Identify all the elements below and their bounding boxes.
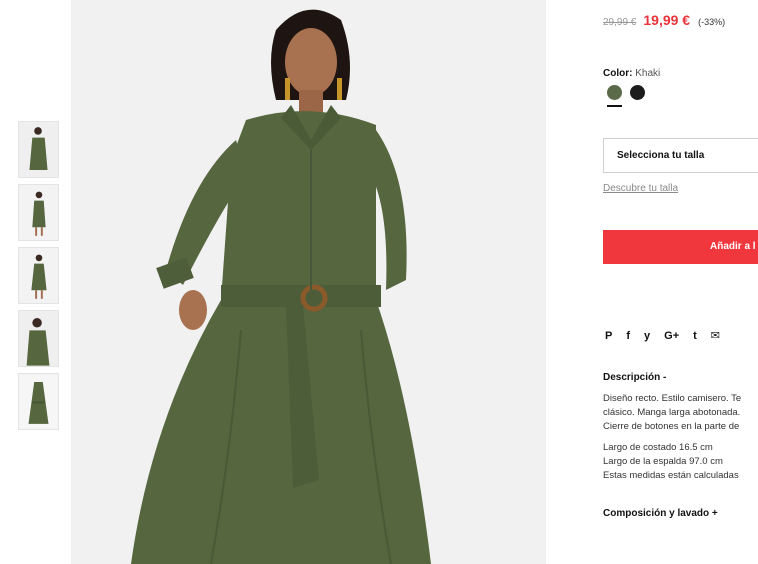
swatch-black[interactable] (630, 85, 645, 100)
description-line: clásico. Manga larga abotonada. (603, 407, 741, 418)
tumblr-icon[interactable]: t (693, 330, 697, 342)
description-title[interactable]: Descripción - (603, 372, 666, 383)
color-value: Khaki (635, 68, 661, 79)
thumbnail-gallery (18, 121, 59, 436)
composition-toggle[interactable]: Composición y lavado + (603, 508, 718, 519)
product-info-panel: 29,99 € 19,99 € (-33%) Color: Khaki Sele… (603, 0, 758, 564)
color-label-title: Color: (603, 68, 633, 79)
mail-icon[interactable]: ✉ (711, 330, 720, 342)
measure-line: Estas medidas están calculadas (603, 470, 739, 481)
price-row: 29,99 € 19,99 € (-33%) (603, 12, 725, 28)
size-guide-link[interactable]: Descubre tu talla (603, 183, 678, 194)
twitter-icon[interactable]: y (644, 330, 650, 342)
sale-price: 19,99 € (643, 12, 691, 28)
thumbnail-5[interactable] (18, 373, 59, 430)
share-icons: P f y G+ t ✉ (605, 330, 720, 342)
thumbnail-3[interactable] (18, 247, 59, 304)
measure-line: Largo de costado 16.5 cm (603, 442, 713, 453)
thumbnail-1[interactable] (18, 121, 59, 178)
swatch-khaki[interactable] (607, 85, 622, 107)
description-line: Diseño recto. Estilo camisero. Te (603, 393, 742, 404)
color-label: Color: Khaki (603, 68, 660, 79)
thumbnail-2[interactable] (18, 184, 59, 241)
measurements-text: Largo de costado 16.5 cm Largo de la esp… (603, 441, 739, 483)
facebook-icon[interactable]: f (626, 330, 630, 342)
measure-line: Largo de la espalda 97.0 cm (603, 456, 723, 467)
description-line: Cierre de botones en la parte de (603, 421, 740, 432)
old-price: 29,99 € (603, 17, 637, 28)
discount-badge: (-33%) (698, 17, 726, 27)
pinterest-icon[interactable]: P (605, 330, 612, 342)
google-plus-icon[interactable]: G+ (664, 330, 679, 342)
size-select[interactable]: Selecciona tu talla (603, 138, 758, 173)
thumbnail-4[interactable] (18, 310, 59, 367)
description-text: Diseño recto. Estilo camisero. Te clásic… (603, 392, 741, 434)
add-to-cart-button[interactable]: Añadir a l (603, 230, 758, 264)
color-swatches (607, 85, 645, 107)
product-main-image[interactable] (71, 0, 546, 564)
